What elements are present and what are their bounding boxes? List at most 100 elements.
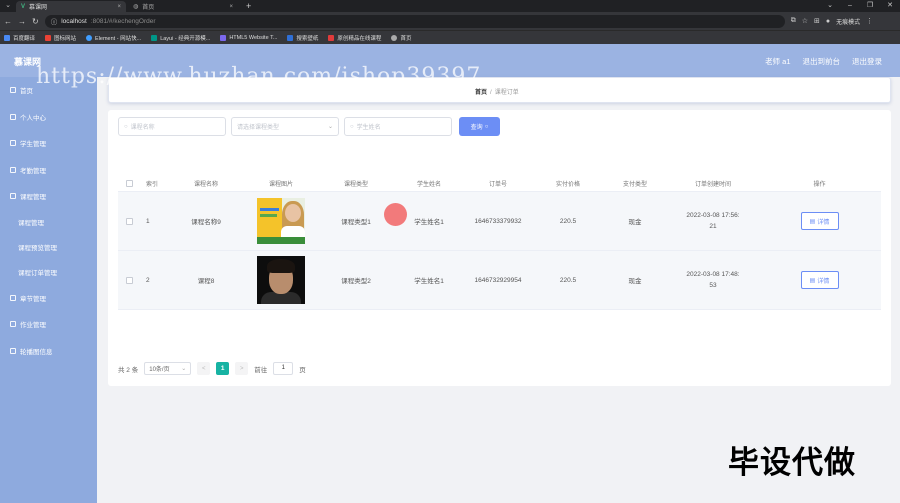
browser-tab-inactive[interactable]: ◍ 首页 × [128, 1, 238, 12]
course-type-select[interactable]: 请选择课程类型 ⌄ [231, 117, 339, 136]
bookmark-item[interactable]: Layui - 经典开源模... [151, 34, 210, 42]
bookmark-label: Element - 网站快... [95, 35, 142, 42]
vue-icon: V [21, 3, 26, 10]
bookmark-item[interactable]: 百度翻译 [4, 34, 35, 42]
tab-close-icon[interactable]: × [229, 4, 233, 10]
logout-link[interactable]: 退出登录 [852, 56, 882, 67]
input-placeholder: 课程名称 [130, 125, 155, 131]
chevron-down-icon[interactable]: ⌄ [820, 0, 840, 12]
browser-tab-active[interactable]: V 慕课网 × [16, 1, 126, 12]
sidebar-item-students[interactable]: 学生管理 [0, 130, 97, 157]
search-icon: ○ [124, 123, 128, 130]
globe-icon [391, 34, 398, 41]
page-unit-label: 页 [299, 366, 306, 374]
cell-pay-type: 现金 [628, 278, 642, 285]
page-number-active[interactable]: 1 [216, 362, 230, 375]
bookmarks-bar: 百度翻译 图标网站 Element - 网站快... Layui - 经典开源模… [0, 30, 900, 44]
bookmark-label: 首页 [400, 35, 412, 42]
course-thumbnail [257, 198, 305, 244]
breadcrumb-container: 首页 / 课程订单 [108, 77, 891, 103]
column-header: 学生姓名 [416, 181, 441, 188]
sidebar-item-label: 作业管理 [20, 322, 46, 330]
forward-icon[interactable]: → [18, 17, 26, 26]
click-indicator [384, 203, 407, 226]
sidebar-item-attendance[interactable]: 考勤管理 [0, 157, 97, 184]
detail-button[interactable]: ▤ 详情 [800, 212, 839, 230]
bookmark-label: 搜索壁纸 [296, 35, 319, 42]
search-icon: ○ [350, 123, 354, 130]
new-tab-icon[interactable]: + [240, 1, 257, 12]
user-icon [10, 113, 16, 120]
cell-course-name: 课程名称9 [191, 219, 221, 226]
maximize-icon[interactable]: ❐ [860, 0, 880, 12]
course-name-input[interactable]: ○ 课程名称 [118, 117, 226, 136]
cell-price: 220.5 [559, 276, 577, 284]
column-header: 订单创建时间 [694, 181, 731, 188]
translate-icon[interactable]: ⧉ [791, 17, 796, 25]
prev-page-button[interactable]: < [197, 362, 211, 375]
cell-index: 1 [146, 217, 150, 225]
sidebar-item-profile[interactable]: 个人中心 [0, 104, 97, 131]
minimize-icon[interactable]: – [840, 0, 860, 12]
sidebar-item-homework[interactable]: 作业管理 [0, 311, 97, 338]
tab-search-icon[interactable]: ⌄ [0, 0, 16, 12]
bookmark-item[interactable]: Element - 网站快... [86, 34, 141, 42]
cell-price: 220.5 [559, 217, 577, 225]
url-input[interactable]: ⓘ localhost:8081/#/kechengOrder [44, 14, 785, 28]
chevron-down-icon: ⌄ [327, 124, 333, 130]
next-page-button[interactable]: > [235, 362, 249, 375]
breadcrumb-home[interactable]: 首页 [475, 90, 487, 96]
extensions-icon[interactable]: ⊞ [814, 17, 820, 25]
breadcrumb-separator: / [490, 90, 492, 96]
back-icon[interactable]: ← [4, 17, 12, 26]
select-all-checkbox[interactable] [125, 179, 133, 187]
brand-title: 慕课网 [14, 57, 42, 67]
student-name-input[interactable]: ○ 学生姓名 [344, 117, 452, 136]
star-icon[interactable]: ☆ [802, 17, 808, 25]
search-button[interactable]: 查询 ○ [459, 117, 500, 136]
column-header: 订单号 [488, 181, 507, 188]
bookmark-item[interactable]: HTML5 Website T... [220, 34, 277, 41]
sidebar-item-home[interactable]: 首页 [0, 77, 97, 104]
sidebar-item-chapters[interactable]: 章节管理 [0, 285, 97, 312]
menu-icon[interactable]: ⋮ [866, 17, 873, 25]
avatar[interactable]: ● [826, 18, 830, 25]
list-icon [10, 294, 16, 301]
info-icon: ⓘ [50, 19, 58, 26]
bookmark-icon [86, 34, 93, 41]
row-checkbox[interactable] [125, 276, 133, 284]
bookmark-item[interactable]: 首页 [391, 34, 411, 42]
bookmark-item[interactable]: 原创精品在线课程 [328, 34, 381, 42]
row-checkbox[interactable] [125, 217, 133, 225]
sidebar-subitem-course-preview[interactable]: 课程预览管理 [0, 235, 97, 260]
sidebar-subitem-course-manage[interactable]: 课程管理 [0, 210, 97, 235]
sidebar-item-courses[interactable]: 课程管理 [0, 183, 97, 210]
page-size-select[interactable]: 10条/页 ⌄ [144, 362, 192, 375]
bookmark-item[interactable]: 搜索壁纸 [287, 34, 318, 42]
sidebar-item-label: 课程管理 [18, 220, 44, 227]
input-placeholder: 学生姓名 [356, 125, 381, 131]
bookmark-item[interactable]: 图标网站 [45, 34, 76, 42]
current-user: 老师 a1 [765, 57, 791, 66]
table-header: 索引 课程名称 课程图片 课程类型 学生姓名 订单号 实付价格 支付类型 订单创… [118, 175, 881, 192]
bookmark-icon [151, 34, 158, 41]
time-line: 2022-03-08 17:56: [686, 212, 740, 219]
browser-addressbar: ← → ↻ ⓘ localhost:8081/#/kechengOrder ⧉ … [0, 12, 900, 30]
users-icon [10, 140, 16, 147]
chevron-down-icon: ⌄ [181, 366, 187, 372]
tab-close-icon[interactable]: × [117, 4, 121, 10]
detail-button[interactable]: ▤ 详情 [800, 271, 839, 289]
reload-icon[interactable]: ↻ [32, 17, 39, 26]
app: 慕课网 老师 a1 退出到前台 退出登录 首页 个人中心 学生管理 考勤管理 课… [0, 44, 900, 503]
sidebar-item-label: 学生管理 [20, 141, 46, 149]
cell-order-no: 1646733379932 [474, 217, 522, 225]
pagination: 共 2 条 10条/页 ⌄ < 1 > 前往 1 页 [118, 362, 306, 375]
close-icon[interactable]: ✕ [880, 0, 900, 12]
sidebar-item-carousel[interactable]: 轮播图信息 [0, 338, 97, 365]
bookmark-icon [328, 34, 335, 41]
goto-page-input[interactable]: 1 [273, 362, 294, 375]
document-icon: ▤ [809, 218, 816, 225]
exit-to-frontend-link[interactable]: 退出到前台 [803, 56, 841, 67]
document-icon: ▤ [809, 277, 816, 284]
sidebar-subitem-course-orders[interactable]: 课程订单管理 [0, 260, 97, 285]
